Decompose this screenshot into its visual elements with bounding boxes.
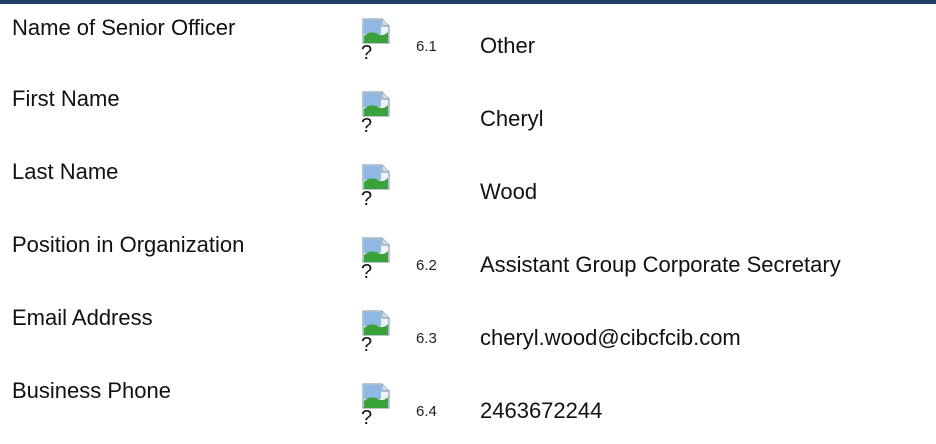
field-value: cheryl.wood@cibcfcib.com: [480, 325, 741, 350]
form-row-last-name: Last Name ? Wood: [0, 150, 936, 223]
field-label: Name of Senior Officer: [12, 15, 236, 40]
broken-image-icon: [362, 164, 390, 190]
broken-image-icon: [362, 383, 390, 409]
broken-image-icon: [362, 18, 390, 44]
help-icon[interactable]: ?: [360, 383, 394, 435]
form-row-senior-officer: Name of Senior Officer ? 6.1 Other: [0, 4, 936, 77]
help-question-mark: ?: [361, 334, 373, 356]
broken-image-icon: [362, 310, 390, 336]
senior-officer-form: Name of Senior Officer ? 6.1 Other First…: [0, 4, 936, 442]
form-row-business-phone: Business Phone ? 6.4 2463672244: [0, 369, 936, 442]
help-icon[interactable]: ?: [360, 164, 394, 216]
help-question-mark: ?: [361, 115, 373, 137]
help-icon[interactable]: ?: [360, 91, 394, 143]
field-value: Wood: [480, 179, 538, 204]
question-number: 6.4: [416, 403, 437, 420]
field-label: Position in Organization: [12, 232, 245, 257]
field-value: Assistant Group Corporate Secretary: [480, 252, 841, 277]
help-question-mark: ?: [361, 42, 373, 64]
form-row-first-name: First Name ? Cheryl: [0, 77, 936, 150]
field-label: Business Phone: [12, 378, 171, 403]
field-label: First Name: [12, 86, 120, 111]
help-icon[interactable]: ?: [360, 18, 394, 70]
field-label: Email Address: [12, 305, 153, 330]
help-question-mark: ?: [361, 407, 373, 429]
question-number: 6.1: [416, 38, 437, 55]
field-value: Cheryl: [480, 106, 544, 131]
form-row-email: Email Address ? 6.3 cheryl.wood@cibcfcib…: [0, 296, 936, 369]
help-icon[interactable]: ?: [360, 310, 394, 362]
question-number: 6.3: [416, 330, 437, 347]
help-question-mark: ?: [361, 188, 373, 210]
broken-image-icon: [362, 91, 390, 117]
question-number: 6.2: [416, 257, 437, 274]
field-label: Last Name: [12, 159, 119, 184]
broken-image-icon: [362, 237, 390, 263]
field-value: 2463672244: [480, 398, 603, 423]
help-question-mark: ?: [361, 261, 373, 283]
field-value: Other: [480, 33, 536, 58]
help-icon[interactable]: ?: [360, 237, 394, 289]
form-row-position: Position in Organization ? 6.2 Assistant…: [0, 223, 936, 296]
